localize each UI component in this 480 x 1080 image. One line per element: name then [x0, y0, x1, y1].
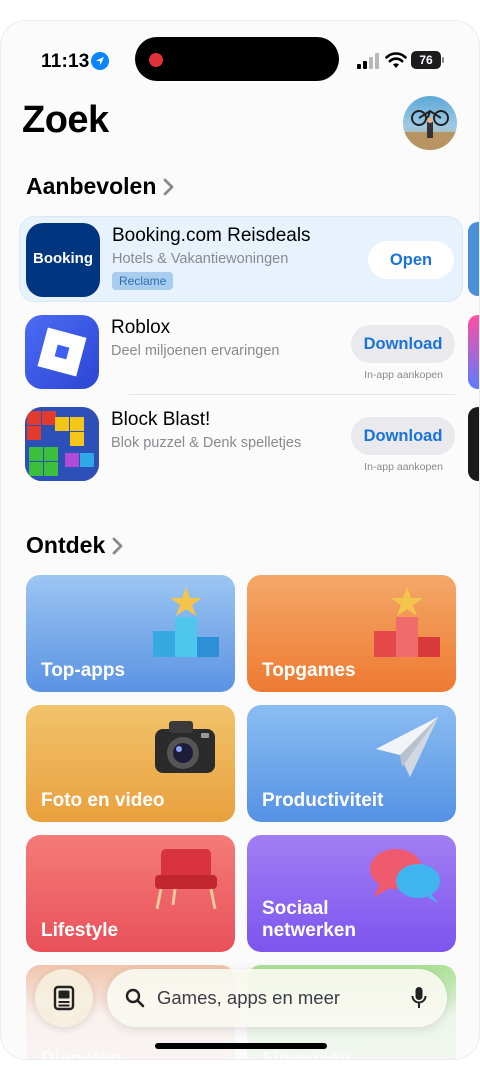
podium-star-icon — [374, 587, 440, 657]
app-subtitle: Deel miljoenen ervaringen — [111, 343, 280, 359]
app-subtitle: Blok puzzel & Denk spelletjes — [111, 435, 302, 451]
avatar[interactable] — [403, 96, 457, 150]
download-button[interactable]: Download — [351, 325, 455, 363]
podium-star-icon — [153, 587, 219, 657]
next-card-peek[interactable] — [468, 315, 479, 389]
page-title: Zoek — [22, 99, 109, 141]
tile-label: Sociaal netwerken — [262, 898, 356, 941]
phone-screen: 11:13 76 Zoek Aanbevolen Booking Booking… — [0, 20, 480, 1060]
wifi-icon — [385, 51, 407, 69]
chevron-right-icon — [112, 537, 123, 554]
tile-label: Productiviteit — [262, 790, 384, 811]
section-header-recommended[interactable]: Aanbevolen — [26, 173, 176, 200]
category-tile-top-games[interactable]: Topgames — [247, 575, 456, 692]
armchair-icon — [155, 849, 217, 910]
status-bar: 11:13 76 — [1, 21, 479, 97]
tile-label: Lifestyle — [41, 920, 119, 941]
chat-bubbles-icon — [370, 849, 440, 903]
camera-icon — [155, 721, 215, 773]
section-title-discover: Ontdek — [26, 532, 106, 558]
today-tab-button[interactable] — [35, 969, 93, 1027]
app-row-block-blast[interactable]: Block Blast! Blok puzzel & Denk spelletj… — [19, 401, 463, 487]
app-row-roblox[interactable]: Roblox Deel miljoenen ervaringen Downloa… — [19, 309, 463, 395]
next-card-peek[interactable] — [468, 222, 479, 296]
section-title-recommended: Aanbevolen — [26, 173, 157, 199]
search-input[interactable]: Games, apps en meer — [107, 969, 447, 1027]
microphone-icon[interactable] — [411, 986, 427, 1010]
search-placeholder: Games, apps en meer — [157, 987, 341, 1008]
app-name: Booking.com Reisdeals — [112, 225, 311, 246]
block-blast-app-icon — [25, 407, 99, 481]
category-tile-lifestyle[interactable]: Lifestyle — [26, 835, 235, 952]
booking-app-icon: Booking — [26, 223, 100, 297]
app-row-booking[interactable]: Booking Booking.com Reisdeals Hotels & V… — [19, 216, 463, 302]
section-header-discover[interactable]: Ontdek — [26, 532, 125, 559]
category-tile-productivity[interactable]: Productiviteit — [247, 705, 456, 822]
roblox-app-icon — [25, 315, 99, 389]
tile-label: Top-apps — [41, 660, 126, 681]
open-button[interactable]: Open — [368, 241, 454, 279]
tile-label: Topgames — [262, 660, 356, 681]
category-tile-photo-video[interactable]: Foto en video — [26, 705, 235, 822]
location-arrow-icon — [91, 52, 109, 70]
app-name: Roblox — [111, 317, 171, 338]
chevron-right-icon — [163, 178, 174, 195]
paper-plane-icon — [376, 717, 438, 777]
today-icon — [53, 985, 75, 1011]
home-indicator[interactable] — [155, 1043, 327, 1049]
avatar-person-icon — [403, 109, 457, 150]
recording-indicator-icon — [149, 53, 163, 67]
app-subtitle: Hotels & Vakantiewoningen — [112, 251, 289, 267]
battery-icon: 76 — [411, 51, 444, 69]
category-tile-social[interactable]: Sociaal netwerken — [247, 835, 456, 952]
divider — [129, 394, 455, 395]
in-app-purchases-note: In-app aankopen — [364, 369, 443, 381]
tile-label: Foto en video — [41, 790, 165, 811]
dynamic-island — [135, 37, 339, 81]
download-button[interactable]: Download — [351, 417, 455, 455]
status-time: 11:13 — [41, 51, 90, 72]
next-card-peek[interactable] — [468, 407, 479, 481]
app-name: Block Blast! — [111, 409, 211, 430]
in-app-purchases-note: In-app aankopen — [364, 461, 443, 473]
cellular-signal-icon — [357, 53, 379, 69]
category-tile-top-apps[interactable]: Top-apps — [26, 575, 235, 692]
search-icon — [125, 988, 145, 1008]
ad-badge: Reclame — [112, 272, 174, 290]
